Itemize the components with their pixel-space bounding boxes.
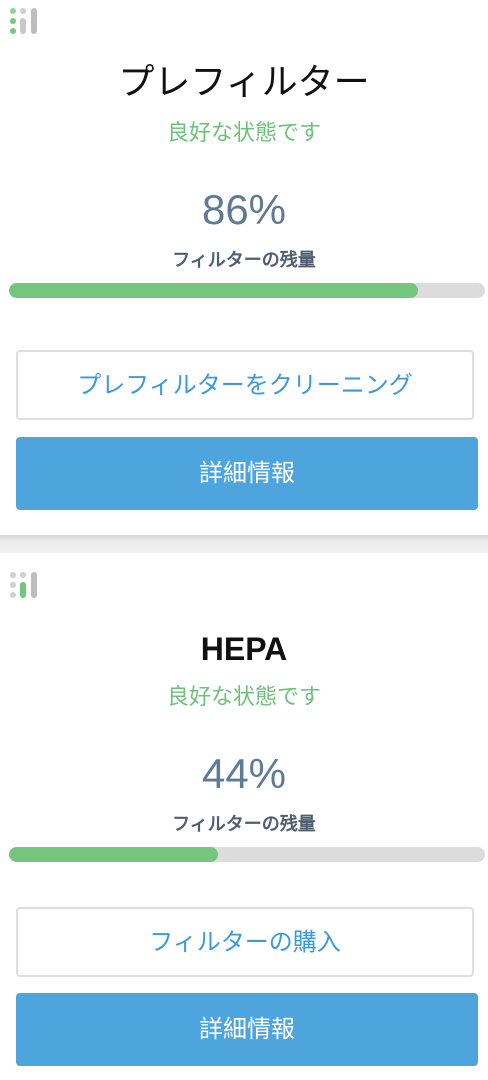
filter-status: 良好な状態です bbox=[166, 685, 321, 710]
purchase-filter-button[interactable]: フィルターの購入 bbox=[16, 907, 474, 977]
filter-percent: 86% bbox=[201, 186, 287, 233]
details-button[interactable]: 詳細情報 bbox=[16, 993, 478, 1066]
filter-level-icon bbox=[10, 8, 37, 34]
filter-level-icon bbox=[10, 572, 37, 598]
card-divider bbox=[0, 535, 488, 553]
filter-percent: 44% bbox=[201, 750, 287, 797]
filter-remaining-bar-fill bbox=[9, 283, 419, 298]
filter-remaining-label: フィルターの残量 bbox=[172, 814, 316, 835]
filter-remaining-label: フィルターの残量 bbox=[172, 250, 316, 271]
filter-card-prefilter: プレフィルター 良好な状態です 86% フィルターの残量 プレフィルターをクリー… bbox=[0, 0, 488, 535]
filter-status: 良好な状態です bbox=[166, 121, 321, 146]
filter-card-hepa: HEPA 良好な状態です 44% フィルターの残量 フィルターの購入 詳細情報 bbox=[0, 553, 488, 1080]
clean-prefilter-button[interactable]: プレフィルターをクリーニング bbox=[16, 350, 474, 420]
filter-remaining-bar bbox=[9, 847, 485, 862]
filter-remaining-bar bbox=[9, 283, 485, 298]
filter-title: HEPA bbox=[200, 631, 288, 667]
filter-remaining-bar-fill bbox=[9, 847, 219, 862]
filter-title: プレフィルター bbox=[118, 62, 370, 103]
details-button[interactable]: 詳細情報 bbox=[16, 437, 478, 510]
